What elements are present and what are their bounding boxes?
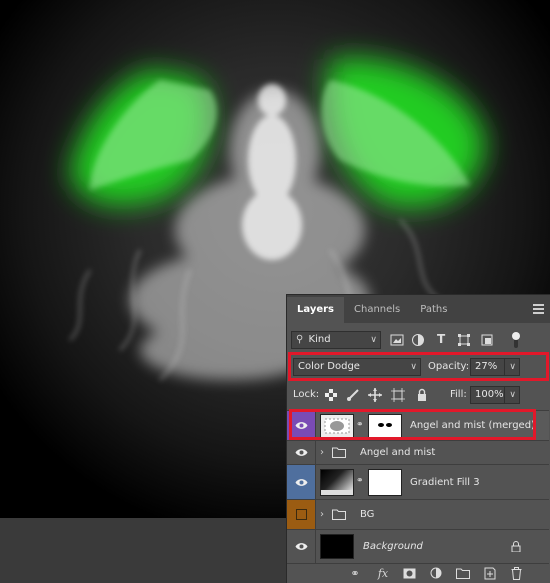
layer-row-angel-group[interactable]: › Angel and mist (287, 440, 549, 465)
layer-name[interactable]: Gradient Fill 3 (410, 465, 480, 500)
mask-icon[interactable] (403, 568, 416, 579)
opacity-dropdown-button[interactable]: ∨ (504, 358, 520, 376)
chevron-down-icon: ∨ (509, 362, 516, 372)
panel-footer: ⚭ fx (287, 563, 549, 583)
layer-mask-thumbnail[interactable] (368, 469, 402, 496)
fx-icon[interactable]: fx (375, 567, 391, 581)
type-layer-filter-icon[interactable]: T (437, 332, 445, 346)
eye-icon (295, 543, 308, 550)
kind-filter-label: Kind (308, 334, 331, 345)
opacity-value: 27% (475, 361, 498, 372)
trash-icon[interactable] (511, 567, 522, 580)
tab-channels[interactable]: Channels (344, 297, 410, 323)
layer-row-bg-group[interactable]: › BG (287, 499, 549, 530)
adjustment-icon[interactable] (430, 567, 442, 579)
link-icon[interactable]: ⚭ (347, 567, 363, 581)
blend-mode-select[interactable]: Color Dodge ∨ (293, 358, 421, 376)
visibility-toggle[interactable] (287, 530, 316, 563)
hidden-eye-icon (296, 509, 307, 520)
adjustment-layer-filter-icon[interactable] (411, 333, 425, 347)
panel-tabs: Layers Channels Paths (287, 295, 550, 323)
shape-layer-filter-icon[interactable] (457, 333, 471, 347)
layer-name[interactable]: Angel and mist (360, 441, 435, 465)
fill-value: 100% (475, 389, 504, 400)
eye-icon (295, 449, 308, 456)
lock-position-icon[interactable] (368, 388, 382, 402)
visibility-toggle[interactable] (287, 441, 316, 465)
layer-name[interactable]: Background (363, 530, 423, 563)
layer-lock-icon (511, 541, 521, 552)
expand-arrow-icon[interactable]: › (320, 500, 324, 530)
pixel-layer-filter-icon[interactable] (390, 333, 404, 347)
lock-transparent-pixels-icon[interactable] (324, 388, 338, 402)
layer-name[interactable]: BG (360, 500, 374, 530)
lock-all-icon[interactable] (415, 388, 429, 402)
layer-row-gradient-fill[interactable]: ⚭ Gradient Fill 3 (287, 464, 549, 500)
filter-row: ⚲ Kind ∨ T (287, 331, 549, 351)
layer-thumbnail (320, 534, 354, 559)
gradient-thumbnail[interactable] (320, 469, 354, 496)
search-icon: ⚲ (296, 334, 304, 345)
filter-toggle-icon[interactable] (511, 331, 521, 349)
fill-dropdown-button[interactable]: ∨ (504, 386, 520, 404)
expand-arrow-icon[interactable]: › (320, 441, 324, 465)
folder-icon (332, 447, 346, 458)
tab-layers[interactable]: Layers (287, 297, 344, 323)
lock-row: Lock: Fill: 100% ∨ (287, 386, 549, 406)
eye-icon (295, 479, 308, 486)
kind-filter-select[interactable]: ⚲ Kind ∨ (291, 331, 381, 349)
panel-menu-icon[interactable] (533, 304, 544, 316)
chevron-down-icon: ∨ (509, 390, 516, 400)
layers-panel: Layers Channels Paths ⚲ Kind ∨ T Color D… (286, 294, 550, 583)
blend-mode-value: Color Dodge (298, 361, 360, 372)
blend-row: Color Dodge ∨ Opacity: 27% ∨ (287, 358, 549, 378)
folder-icon (332, 509, 346, 520)
new-group-icon[interactable] (456, 568, 470, 579)
chevron-down-icon: ∨ (370, 335, 377, 345)
smart-object-filter-icon[interactable] (480, 333, 494, 347)
selected-layer-highlight (289, 409, 536, 440)
layer-row-background[interactable]: Background (287, 529, 549, 563)
visibility-toggle[interactable] (287, 500, 316, 530)
mask-link-icon[interactable]: ⚭ (356, 476, 364, 486)
chevron-down-icon: ∨ (410, 362, 417, 372)
fill-label: Fill: (450, 389, 467, 400)
opacity-label: Opacity: (428, 361, 470, 372)
lock-artboard-icon[interactable] (391, 388, 405, 402)
lock-image-pixels-icon[interactable] (346, 388, 360, 402)
tab-paths[interactable]: Paths (410, 297, 457, 323)
lock-label: Lock: (293, 389, 320, 400)
visibility-toggle[interactable] (287, 465, 316, 500)
new-layer-icon[interactable] (484, 567, 496, 580)
